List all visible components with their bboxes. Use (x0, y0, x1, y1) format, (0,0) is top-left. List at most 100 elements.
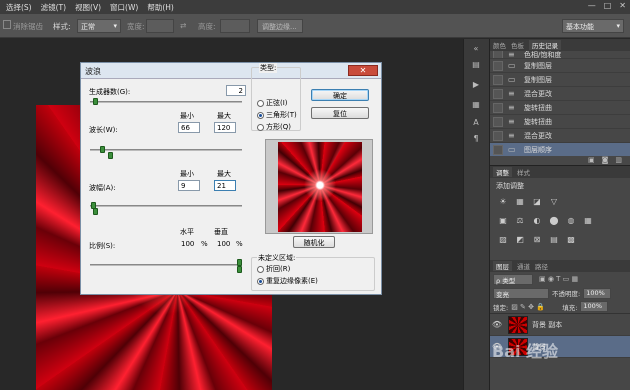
wavelength-slider-track[interactable] (90, 149, 242, 151)
amplitude-max-input[interactable]: 21 (214, 180, 236, 191)
checkbox-icon[interactable] (3, 20, 11, 29)
tab-channels[interactable]: 通道 (517, 261, 530, 271)
opacity-input[interactable]: 100% (583, 287, 612, 299)
type-sine-option[interactable]: 正弦(I) (257, 98, 288, 108)
posterize-icon[interactable]: ◩ (513, 235, 527, 251)
color-lookup-icon[interactable]: ▦ (581, 216, 595, 232)
black-white-icon[interactable]: ◐ (530, 216, 544, 232)
lock-icons[interactable]: ▨ ✎ ✥ 🔒 (511, 303, 559, 311)
tab-swatches[interactable]: 色板 (511, 40, 524, 50)
vibrance-icon[interactable]: ▣ (496, 216, 510, 232)
camera-icon[interactable]: ◙ (602, 156, 609, 165)
repeat-edge-option[interactable]: 重复边缘像素(E) (257, 276, 318, 286)
checkbox-icon[interactable] (493, 144, 503, 155)
checkbox-icon[interactable] (493, 130, 503, 141)
close-icon[interactable]: ✕ (619, 1, 626, 10)
exposure-icon[interactable]: ▽ (547, 197, 561, 213)
maximize-icon[interactable]: □ (604, 1, 612, 10)
collapse-icon[interactable]: « (468, 44, 484, 56)
radio-icon[interactable] (257, 99, 264, 107)
scale-v-thumb[interactable] (237, 266, 242, 273)
height-input[interactable] (220, 19, 250, 33)
color-balance-icon[interactable]: ⚖ (513, 216, 527, 232)
menu-view[interactable]: 视图(V) (75, 2, 101, 13)
radio-icon[interactable] (257, 265, 264, 273)
layer-row[interactable]: 👁 背景 副本 (490, 314, 630, 336)
width-input[interactable] (146, 19, 174, 33)
tab-color[interactable]: 颜色 (493, 40, 506, 50)
reset-button[interactable]: 复位 (311, 107, 369, 119)
minimize-icon[interactable]: — (588, 1, 596, 10)
history-item[interactable]: ≡ 色相/饱和度 (490, 51, 630, 59)
brightness-icon[interactable]: ☀ (496, 197, 510, 213)
checkbox-icon[interactable] (493, 74, 503, 85)
threshold-icon[interactable]: ⊠ (530, 235, 544, 251)
channel-mixer-icon[interactable]: ◍ (564, 216, 578, 232)
scale-h-thumb[interactable] (237, 259, 242, 266)
history-item-selected[interactable]: ▭ 图层顺序 (490, 143, 630, 156)
generators-slider-thumb[interactable] (92, 98, 98, 105)
preview-image[interactable] (278, 142, 362, 232)
tab-history[interactable]: 历史记录 (529, 40, 561, 50)
style-select[interactable]: 正常 ▾ (77, 19, 121, 33)
generators-input[interactable]: 2 (226, 85, 246, 96)
photo-filter-icon[interactable]: ⬤ (547, 216, 561, 232)
levels-icon[interactable]: ▦ (513, 197, 527, 213)
refine-edge-button[interactable]: 调整边缘... (257, 19, 303, 33)
radio-icon[interactable] (257, 123, 264, 131)
menu-window[interactable]: 窗口(W) (110, 2, 138, 13)
amplitude-min-input[interactable]: 9 (178, 180, 200, 191)
checkbox-icon[interactable] (493, 116, 503, 127)
menu-filter[interactable]: 滤镜(T) (41, 2, 66, 13)
swap-icon[interactable]: ⇄ (180, 21, 186, 30)
close-icon[interactable]: ✕ (348, 65, 378, 76)
selective-color-icon[interactable]: ▤ (547, 235, 561, 251)
checkbox-icon[interactable] (493, 88, 503, 99)
amplitude-max-thumb[interactable] (92, 208, 98, 215)
wavelength-max-input[interactable]: 120 (214, 122, 236, 133)
filter-icons[interactable]: ▣ ◉ T ▭ ▦ (539, 275, 578, 283)
properties-icon[interactable]: ▦ (468, 100, 484, 112)
paragraph-icon[interactable]: ¶ (468, 134, 484, 146)
history-icon[interactable]: ▤ (468, 60, 484, 72)
menu-select[interactable]: 选择(S) (6, 2, 32, 13)
history-item[interactable]: ≡ 混合更改 (490, 87, 630, 101)
wavelength-min-input[interactable]: 66 (178, 122, 200, 133)
history-item[interactable]: ▭ 复制图层 (490, 59, 630, 73)
menu-help[interactable]: 帮助(H) (147, 2, 174, 13)
tab-paths[interactable]: 路径 (535, 261, 548, 271)
ok-button[interactable]: 确定 (311, 89, 369, 101)
wavelength-max-thumb[interactable] (107, 152, 113, 159)
radio-selected-icon[interactable] (257, 277, 264, 285)
history-item[interactable]: ≡ 旋转扭曲 (490, 101, 630, 115)
eye-icon[interactable]: 👁 (490, 320, 504, 329)
curves-icon[interactable]: ◪ (530, 197, 544, 213)
gradient-map-icon[interactable]: ▩ (564, 235, 578, 251)
checkbox-icon[interactable] (493, 102, 503, 113)
trash-icon[interactable]: ▥ (615, 156, 622, 165)
history-item[interactable]: ≡ 混合更改 (490, 129, 630, 143)
tab-styles[interactable]: 样式 (517, 167, 530, 177)
character-icon[interactable]: A (468, 118, 484, 130)
blend-mode-select[interactable]: 变亮 (493, 287, 549, 299)
history-item[interactable]: ▭ 复制图层 (490, 73, 630, 87)
type-square-option[interactable]: 方形(Q) (257, 122, 291, 132)
history-item[interactable]: ≡ 旋转扭曲 (490, 115, 630, 129)
checkbox-icon[interactable] (493, 51, 503, 58)
new-document-icon[interactable]: ▣ (588, 156, 595, 165)
scale-slider-track[interactable] (90, 264, 242, 266)
generators-slider-track[interactable] (90, 101, 242, 103)
actions-icon[interactable]: ▶ (468, 80, 484, 92)
scale-h-input[interactable]: 100 (178, 238, 200, 249)
radio-selected-icon[interactable] (257, 111, 264, 119)
tab-adjustments[interactable]: 调整 (493, 167, 512, 177)
fill-input[interactable]: 100% (580, 301, 609, 312)
tab-layers[interactable]: 图层 (493, 261, 512, 271)
kind-filter-select[interactable]: ρ 类型 (493, 273, 533, 285)
type-triangle-option[interactable]: 三角形(T) (257, 110, 297, 120)
scale-v-input[interactable]: 100 (214, 238, 236, 249)
workspace-select[interactable]: 基本功能 ▾ (562, 19, 624, 33)
wrap-around-option[interactable]: 折回(R) (257, 264, 290, 274)
checkbox-icon[interactable] (493, 60, 503, 71)
invert-icon[interactable]: ▨ (496, 235, 510, 251)
